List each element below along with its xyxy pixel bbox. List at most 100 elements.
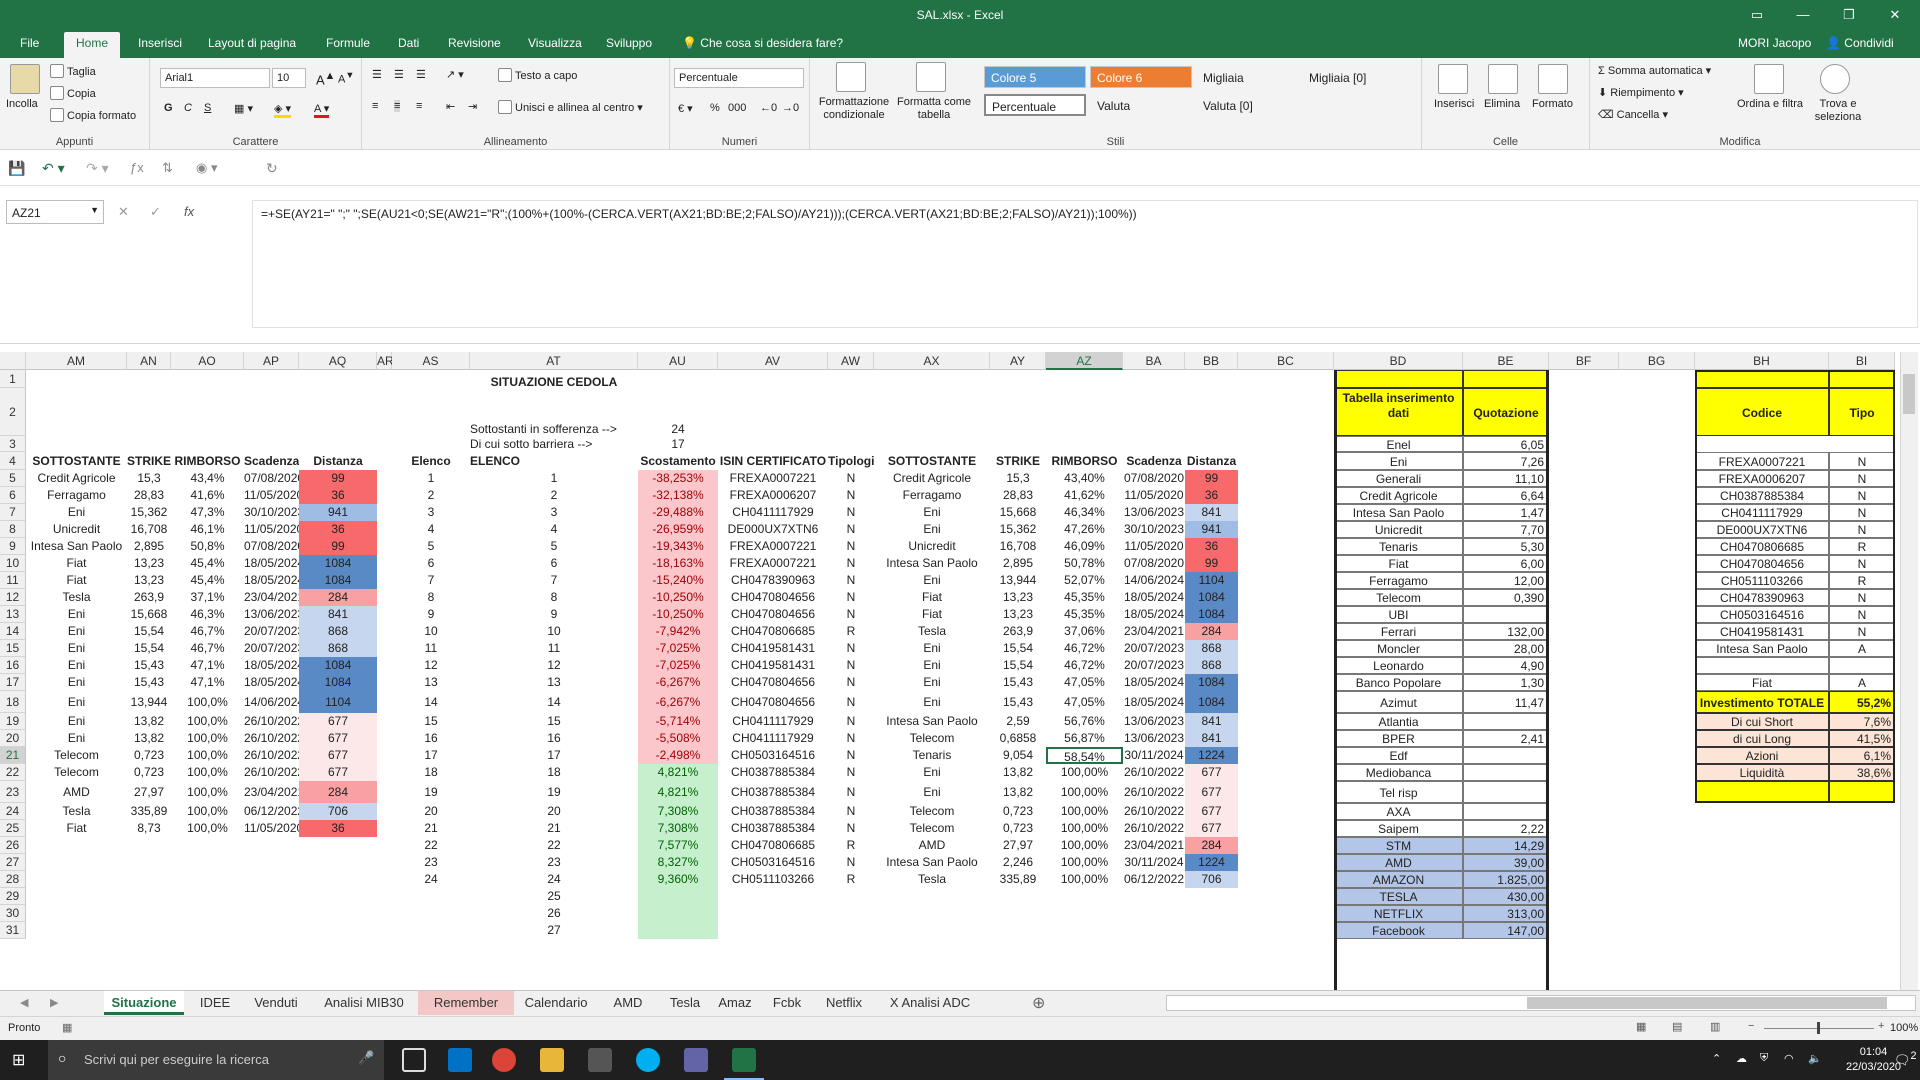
left-cell[interactable]: 100,0%: [171, 820, 244, 837]
macro-record-icon[interactable]: ▦: [62, 1021, 72, 1034]
mid-cell[interactable]: 263,9: [990, 623, 1046, 640]
align-top-button[interactable]: ☰: [372, 68, 382, 81]
mid-cell[interactable]: 99: [1185, 470, 1238, 487]
mid-cell[interactable]: Tesla: [874, 871, 990, 888]
outlook-icon[interactable]: [448, 1048, 472, 1072]
mid-cell[interactable]: 941: [1185, 521, 1238, 538]
mid-cell[interactable]: Eni: [874, 572, 990, 589]
mid-cell[interactable]: 43,40%: [1046, 470, 1123, 487]
bi-cell[interactable]: N: [1829, 521, 1895, 538]
mid-cell[interactable]: 20/07/2023: [1123, 640, 1185, 657]
left-cell[interactable]: 46,7%: [171, 623, 244, 640]
bd-cell[interactable]: Tenaris: [1334, 538, 1463, 555]
delete-cells-button[interactable]: Elimina: [1484, 98, 1520, 110]
bi-cell[interactable]: N: [1829, 623, 1895, 640]
mid-cell[interactable]: R: [828, 837, 874, 854]
elenco-at-cell[interactable]: 5: [470, 538, 638, 555]
scostamento-cell[interactable]: 8,327%: [638, 854, 718, 871]
mid-cell[interactable]: CH0478390963: [718, 572, 828, 589]
insert-cells-icon[interactable]: [1438, 64, 1468, 94]
mid-cell[interactable]: CH0419581431: [718, 640, 828, 657]
scostamento-cell[interactable]: -7,025%: [638, 657, 718, 674]
elenco-as-cell[interactable]: 5: [392, 538, 470, 555]
column-header-bc[interactable]: BC: [1238, 352, 1334, 370]
normal-view-icon[interactable]: ▦: [1636, 1020, 1646, 1033]
scostamento-cell[interactable]: -10,250%: [638, 589, 718, 606]
bd-cell[interactable]: Ferragamo: [1334, 572, 1463, 589]
scostamento-cell[interactable]: 4,821%: [638, 764, 718, 781]
be-cell[interactable]: 4,90: [1463, 657, 1549, 674]
column-header-ap[interactable]: AP: [244, 352, 299, 370]
file-explorer-icon[interactable]: [540, 1048, 564, 1072]
scostamento-cell[interactable]: -29,488%: [638, 504, 718, 521]
sheet-tab-situazione[interactable]: Situazione: [104, 991, 184, 1015]
left-cell[interactable]: 13,944: [127, 691, 171, 713]
row-header-25[interactable]: 25: [0, 820, 26, 837]
column-header-an[interactable]: AN: [127, 352, 171, 370]
calculator-icon[interactable]: [588, 1048, 612, 1072]
scostamento-cell[interactable]: 7,577%: [638, 837, 718, 854]
elenco-as-cell[interactable]: 24: [392, 871, 470, 888]
summary-label[interactable]: di cui Long: [1695, 730, 1829, 747]
wifi-icon[interactable]: ◠: [1784, 1052, 1794, 1065]
tab-review[interactable]: Revisione: [448, 36, 501, 50]
row-header-7[interactable]: 7: [0, 504, 26, 521]
bd-cell[interactable]: BPER: [1334, 730, 1463, 747]
bd-cell[interactable]: Unicredit: [1334, 521, 1463, 538]
mid-cell[interactable]: 16,708: [990, 538, 1046, 555]
left-cell[interactable]: 99: [299, 470, 377, 487]
mid-cell[interactable]: 2,895: [990, 555, 1046, 572]
be-cell[interactable]: 14,29: [1463, 837, 1549, 854]
name-box[interactable]: AZ21 ▼: [6, 200, 104, 224]
left-cell[interactable]: 15,54: [127, 623, 171, 640]
elenco-at-cell[interactable]: 11: [470, 640, 638, 657]
clock[interactable]: 01:04 22/03/2020: [1846, 1045, 1901, 1075]
row-header-3[interactable]: 3: [0, 436, 26, 452]
left-cell[interactable]: 15,43: [127, 674, 171, 691]
mid-cell[interactable]: Eni: [874, 657, 990, 674]
formula-input[interactable]: =+SE(AY21=" ";" ";SE(AU21<0;SE(AW21="R";…: [252, 200, 1918, 328]
orientation-button[interactable]: ↗ ▾: [446, 68, 464, 81]
style-migliaia0[interactable]: Migliaia [0]: [1302, 66, 1404, 88]
left-cell[interactable]: Tesla: [26, 589, 127, 606]
left-cell[interactable]: 36: [299, 487, 377, 504]
sheet-tab-x-analisi-adc[interactable]: X Analisi ADC: [876, 991, 984, 1015]
row-header-2[interactable]: 2: [0, 388, 26, 436]
left-cell[interactable]: 677: [299, 764, 377, 781]
mid-cell[interactable]: 26/10/2022: [1123, 781, 1185, 803]
summary-value[interactable]: 55,2%: [1829, 691, 1895, 713]
elenco-as-cell[interactable]: 23: [392, 854, 470, 871]
column-header-bb[interactable]: BB: [1185, 352, 1238, 370]
percent-button[interactable]: %: [710, 102, 720, 114]
mid-cell[interactable]: 18/05/2024: [1123, 674, 1185, 691]
sheet-tab-analisi-mib30[interactable]: Analisi MIB30: [314, 991, 414, 1015]
elenco-as-cell[interactable]: 2: [392, 487, 470, 504]
mid-cell[interactable]: 284: [1185, 623, 1238, 640]
camera-icon[interactable]: ◉ ▾: [196, 160, 217, 176]
mid-cell[interactable]: 47,05%: [1046, 674, 1123, 691]
be-cell[interactable]: 1,47: [1463, 504, 1549, 521]
mid-cell[interactable]: FREXA0007221: [718, 555, 828, 572]
bold-button[interactable]: G: [164, 102, 173, 114]
row-header-19[interactable]: 19: [0, 713, 26, 730]
mid-cell[interactable]: FREXA0006207: [718, 487, 828, 504]
elenco-as-cell[interactable]: 8: [392, 589, 470, 606]
align-right-button[interactable]: ≡: [416, 100, 422, 112]
left-cell[interactable]: 16,708: [127, 521, 171, 538]
bi-cell[interactable]: N: [1829, 504, 1895, 521]
left-cell[interactable]: 46,3%: [171, 606, 244, 623]
left-cell[interactable]: Eni: [26, 623, 127, 640]
scostamento-cell[interactable]: 9,360%: [638, 871, 718, 888]
bd-cell[interactable]: NETFLIX: [1334, 905, 1463, 922]
tab-file[interactable]: File: [20, 36, 39, 50]
fill-color-button[interactable]: ◈ ▾: [274, 102, 292, 118]
style-valuta0[interactable]: Valuta [0]: [1196, 94, 1298, 116]
be-cell[interactable]: [1463, 764, 1549, 781]
mid-cell[interactable]: 100,00%: [1046, 781, 1123, 803]
left-cell[interactable]: Fiat: [26, 555, 127, 572]
mid-cell[interactable]: CH0387885384: [718, 803, 828, 820]
mid-cell[interactable]: 841: [1185, 713, 1238, 730]
left-cell[interactable]: 13,82: [127, 730, 171, 747]
elenco-at-cell[interactable]: 25: [470, 888, 638, 905]
tab-home[interactable]: Home: [64, 32, 121, 58]
